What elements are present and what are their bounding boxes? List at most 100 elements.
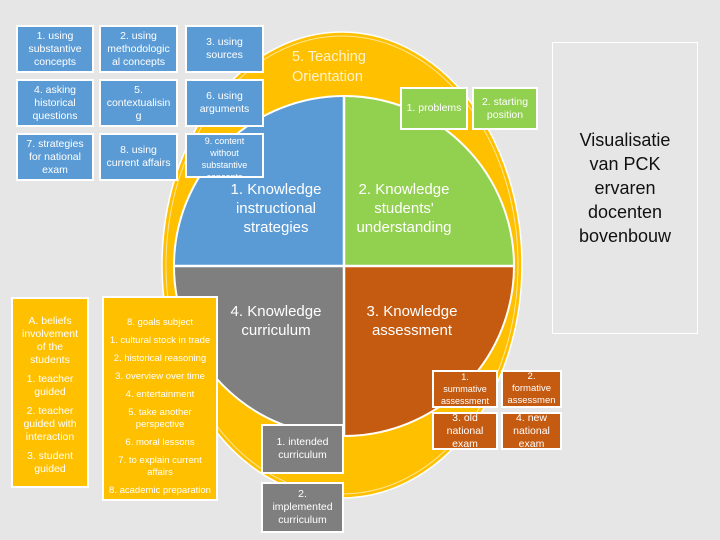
box-line: 1. [461,372,469,382]
assessment-box-old-exam: 3. old national exam [432,412,498,450]
title-line: docenten [587,202,663,222]
title-line: 3. Knowledge [366,303,458,320]
beliefs-item: 2. teacher guided with interaction [23,405,77,443]
box-line: 1. problems [406,102,462,114]
goals-item: 8. academic preparation [109,485,211,496]
box-line: arguments [199,103,250,115]
box-line: position [486,108,524,121]
assessment-box-summative: 1. summative assessment [432,370,498,408]
students-box-starting-position: 2. starting position [472,87,538,130]
title-line: ervaren [594,178,656,198]
goals-item: 1. cultural stock in trade [109,335,211,346]
title-line: students' [374,200,434,217]
curriculum-box-implemented: 2. implemented curriculum [261,482,344,533]
box-line: 3. using [206,36,243,48]
box-line: concepts [33,55,77,68]
teaching-orientation-label: 5. Teaching Orientation [292,47,392,87]
quadrant-title-curriculum: 4. Knowledge curriculum [206,302,346,340]
strategy-box-4: 4. asking historical questions [16,79,94,127]
strategy-box-8: 8. using current affairs [99,133,178,181]
box-line: 4. new [516,412,547,424]
assessment-box-new-exam: 4. new national exam [501,412,562,450]
title-line: bovenbouw [578,226,672,246]
box-line: 2. starting [481,95,529,108]
title-line: 1. Knowledge [230,181,322,198]
title-line: van PCK [589,154,661,174]
box-line: 3. old [452,412,478,424]
box-line: sources [206,49,243,61]
box-line: 8. using [120,144,157,156]
goals-item: 7. to explain current affairs [118,455,202,478]
box-line: 6. using [206,90,243,102]
assessment-box-formative: 2. formative assessmen [501,370,562,408]
box-line: for national [29,150,81,163]
box-line: exam [42,163,68,176]
title-line: curriculum [241,322,311,339]
box-line: concepts [206,172,243,178]
goals-heading: 8. goals subject [126,317,193,328]
box-line: formative [511,383,552,394]
box-line: al concepts [111,55,166,68]
box-line: 2. [298,488,307,500]
strategy-box-3: 3. using sources [185,25,264,73]
goals-item: 5. take another perspective [128,407,192,430]
goals-item: 3. overview over time [115,371,205,382]
label-line: Orientation [292,69,363,85]
box-line: current affairs [106,157,171,169]
title-line: strategies [243,219,309,236]
beliefs-heading-line: involvement [21,328,79,340]
label-line: 5. Teaching [292,49,366,65]
box-line: 2. using [120,29,157,42]
box-line: methodologic [107,42,170,55]
quadrant-assessment [344,266,514,436]
beliefs-box: A. beliefs involvement of the students 1… [11,297,89,488]
strategy-box-1: 1. using substantive concepts [16,25,94,73]
box-line: without [210,148,239,158]
box-line: exam [518,437,545,450]
beliefs-item: 1. teacher guided [26,373,74,398]
box-line: 7. strategies [26,137,84,150]
strategy-box-5: 5. contextualisin g [99,79,178,127]
beliefs-heading-line: A. beliefs [28,315,72,327]
beliefs-heading-line: students [30,354,70,366]
box-line: assessmen [507,395,556,406]
title-line: understanding [356,219,452,236]
goals-item: 4. entertainment [125,389,195,400]
goals-item: 6. moral lessons [125,437,195,448]
box-line: national [446,424,484,437]
box-line: 5. [134,83,143,96]
quadrant-title-assessment: 3. Knowledge assessment [344,302,480,340]
box-line: national [513,424,550,437]
box-line: g [135,109,142,122]
box-line: contextualisin [106,96,171,109]
box-line: 4. asking [33,83,77,96]
goals-box: 8. goals subject 1. cultural stock in tr… [102,296,218,501]
box-line: assessment [440,396,490,406]
title-line: assessment [371,322,453,339]
box-line: 9. content [204,136,245,146]
box-line: historical [34,96,76,109]
quadrant-title-students: 2. Knowledge students' understanding [334,180,474,237]
strategy-box-9: 9. content without substantive concepts [185,133,264,178]
title-line: Visualisatie [579,130,671,150]
beliefs-heading-line: of the [36,341,64,353]
box-line: 1. using [36,29,74,42]
box-line: 1. intended [276,436,329,448]
strategy-box-2: 2. using methodologic al concepts [99,25,178,73]
curriculum-box-intended: 1. intended curriculum [261,424,344,474]
box-line: curriculum [278,449,327,461]
box-line: implemented [272,501,333,513]
box-line: exam [452,437,478,450]
beliefs-item: 3. student guided [26,450,74,475]
students-box-problems: 1. problems [400,87,468,130]
quadrant-title-instructional: 1. Knowledge instructional strategies [206,180,346,237]
box-line: 2. [527,371,536,382]
box-line: questions [32,109,78,122]
diagram-title: Visualisatie van PCK ervaren docenten bo… [552,42,698,334]
strategy-box-7: 7. strategies for national exam [16,133,94,181]
strategy-box-6: 6. using arguments [185,79,264,127]
title-line: 2. Knowledge [358,181,450,198]
goals-item: 2. historical reasoning [113,353,207,364]
box-line: substantive [28,42,82,55]
box-line: curriculum [278,514,327,526]
